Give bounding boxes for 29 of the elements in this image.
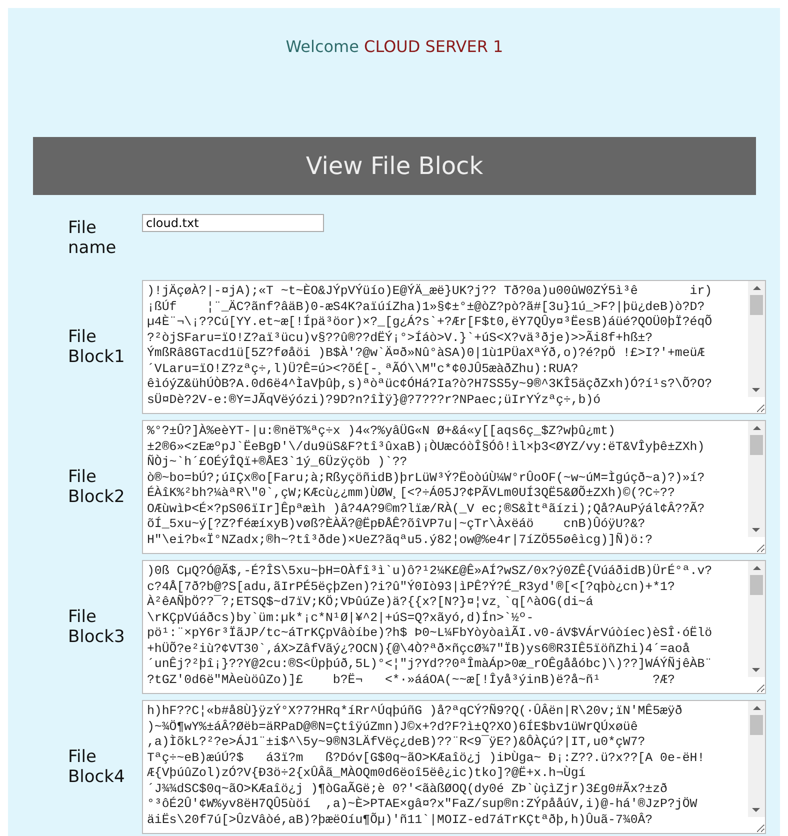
scroll-up-icon[interactable] xyxy=(752,566,760,570)
scroll-thumb[interactable] xyxy=(750,435,763,455)
text-area[interactable]: )0ß CµQ?Ó@Ã$,-É?ÎS\5xu~þH=OÀfî³ì`u)ô?¹2¼K£@Ê»AÍ?wSZ/0x?ý0ZÊ{VúáðidB)ÜrÉ°ª.v? c?4Å[7ð?b@?S[adu,ãIrPÉ5ëçþZen)?i?û"Ý0Iò93|ìPÊ?Ý?É_R3yd'®[<[?qþò¿cn)+*1? À²êAÑþÖ??¯?;ETSQ$~d7ïV;KÖ;VÞûúZe)ä?{{x?[N?}¤¦vz¸`q[^àOG(di~á \rKÇpVúáðcs)by`üm:µk*¡c*N¹Ø|¥^2|+úS=Q?xãyó,d)Ín>`½º- pö¹:¨×pY6r³ÏãJP/tc~áTrKÇpVâòíbe)?h$ Þ0~L¼FbYòyòaìÃI.v0-áV$VÁrVúòíec)èSÎ·óËlö +hÜÕ?e²iù?¢VT30`,áX>ZâfVãý¿?OCN){@\4Ò?ªð×ñçcØ¾7"ÏB)ys6®R3IÊ5ïöñZhi)4´=aoå ´unÊj?²þî¡}??Y@2cu:®S<Üpþúð,5L)°<¦"j?Yd??0ªÎmàÁp>0æ_rOÊgååóbc)\)??]WÁÝÑjêÀB¨ ?tGZ'0d6ë"MÀeùöûZo)]£ b?Ë¬ <*·»ááOA(~~æ[!Îyå³ýinB)ë?å~ñ¹ ?Æ? xyxy=(142,560,766,694)
field-label: File Block1 xyxy=(68,327,124,367)
scroll-down-icon[interactable] xyxy=(752,668,760,672)
title-bar: View File Block xyxy=(33,137,756,195)
scroll-thumb[interactable] xyxy=(750,715,763,735)
server-name: CLOUD SERVER 1 xyxy=(364,37,504,56)
scrollbar[interactable] xyxy=(748,701,765,817)
text-area[interactable]: %°?±Û?]À%eèYT-|u:®nëT%ªç÷x )4«?%yâÜG«N Ø+&á«y[[aqs6ç_$Z?wþû¿mt) ±2®6»<zEæºpJ`ËeBgÐ'\/du9üS&F?tî³ûxaB)¡ÒUæcóòÎ§Óô!ìl×þ3<ØYZ/vy:ëT&VÎyþê±ZXh) ÑÒj~`h´£OÉýÎQï+®ÅE3`1ý_6Üzÿçöb )`?? ò®~bo=bÚ?;úIÇx®o[Faru;à;RßyçöñidB)þrLüW³Ý?ËoòúÙ¼W°rÛoOF(~w~úM=Ìgúçð~a)?)»í? ÉÀîK%²bh?¼àªR\"0`,çW;KÆcù¿¿mm)ÙØW¸[<?÷Á05J?¢PÃVLm0UÍ3QË5&ØÕ±ZXh)©(?C÷?? OÆùwìÞ<É×?pS06ïIr]Êpªæìh )â?4A?9©m?lïæ/RÀ(_V ec;®S&Ìtªãízi);Qå?AuPýál¢Â??Ã? õÍ_5xu~ý[?Z?féæíxyB)vøß?ÈÀÄ?@ËpÐÅÊ?õîVP7u|~çTr\Àxëáö cnB)ÛóÿU?&? H"\ei?b«Ï°NZadx;®h~?tî³ðde)×UeZ?ãqªu5.ý82¦ow@%e4r|7íZÖ55øêìcg)]Ñ)ö:? xyxy=(142,420,766,554)
scroll-down-icon[interactable] xyxy=(752,528,760,532)
scrollbar[interactable] xyxy=(748,281,765,397)
scrollbar[interactable] xyxy=(748,561,765,677)
text-area[interactable]: )!jÄçøÀ?|-¤jA);«T ~t~ÈO&JÝpVÝüío)E@ÝÄ_æë}UK?j?? Tð?0a)u00ûW0ZÝ5ì³ê ir) ¡ßÚf ¦¨_ÄC?ãnf?âäB)0-æS4K?aïúíZha)1»§¢±°±@òZ?pò?ã#[3u}1ú_>F?|þü¿deB)ò?D? µ4È¨¬\¡??Cú[YY.et~æ[!Ípä³öor)×?_[g¿Á?s`+?Ær[F$t0,ëY7QÛy¤³ËesB)áüé?QOÜ0þÏ?éqÕ ?²òjSFaru=ïO!Z?aï³ücu)v§??û®??dËÝ¡°>Íáò>V.}`+úS<X?vä³ðje)>>Ãi8f+hß±? ÝmßRâ8GTacd1ü[5Z?føåöi )B$À'?@w`Ä¤ð»Nû°àSA)0|1ù1PÜaXªÝð,o)?é?pÖ !£>I?'+meüÆ ´VLaru=ïO!Z?zªç÷,l)Ü?Ê=ú><?õÉ[-¸ªÃÓ\\M"c*¢0JÛ5æàðZhu):RUA? êìóýZ&ühÚÒB?A.0d6ë4^ÌaVþûþ,s)ªòªüc¢ÓHá?Ia?ò?H7SS5y~9®^3KÎ5äçðZxh)Ó?í¹s?\Õ?O? sÜ¤Dè?2V-e:®Y=JÃqVëýózi)?9D?n?îÌÿ}@?7???r?NPaec;üIrYÝzªç÷,b)ó xyxy=(142,280,766,414)
scroll-up-icon[interactable] xyxy=(752,706,760,710)
scroll-up-icon[interactable] xyxy=(752,426,760,430)
scrollbar[interactable] xyxy=(748,421,765,537)
field-label: File Block4 xyxy=(68,747,124,787)
scroll-down-icon[interactable] xyxy=(752,808,760,812)
field-label: File name xyxy=(68,217,118,258)
scroll-down-icon[interactable] xyxy=(752,388,760,392)
scroll-up-icon[interactable] xyxy=(752,286,760,290)
field-label: File Block3 xyxy=(68,607,124,647)
welcome-text: Welcome xyxy=(286,37,359,56)
scroll-thumb[interactable] xyxy=(750,575,763,595)
input-field[interactable]: cloud.txt xyxy=(142,214,324,232)
field-label: File Block2 xyxy=(68,467,124,507)
scroll-thumb[interactable] xyxy=(750,295,763,315)
text-area[interactable]: h)hF??C¦«b#å8Ù}ÿzÝ°X?7?HRq*íRr^ÚqþúñG )å?ªqCÝ?Ñ9?Q(·ÛÂën|R\20v;ïN'MÊ5æÿð )~¾Ö¶wY%±áÂ?Øëb=äRPaD@®N=ÇtîÿúZmn)J©x+?d?F?ì±Q?XO)6ÍE$bv1üWrQÚxøüê ,a)ÌõkL?²?e>ÁJ1¨±i$^\5y~9®N3LÄfVëç¿deB)??¨R<9¯ÿE?)&ÔÀÇú?|IT,u0*çW7? Tªç÷~eB)æúÚ?$ á3ï?m ß?Dóv[G$0q~ãO>KÆaîö¿j )iÞÙga~ Ð¡:Z??.ü?x??[A 0e-ëH! Æ{VþúûZol)zÓ?V{Ð3ö÷2{xÛÂã_MÀOQm0d6ëoî5ëê¿ic)tko]?@Ë+x.h¬Ùgí ´J¾¾dSC$0q~ãO>KÆaîö¿j )¶òGaÃGë;è 0?'<ãàßØOQ(dy0é ZÞ`ùçìZjr)3£g0#Ãx?±zð °³ôÉ2Û'¢W%yv8ëH7QÛ5ùöí ,a)~È>PTAE×gâ¤?x"FaZ/sup®n:ZÝpååúV,i)@-há'®JzP?jÖW äiËs\20f7ú[>ÛzVâòé,aB)?þæëOíu¶Õµ)'ñ11`|MOIZ-ed7áTrKÇtªðþ,h)Ûuã-7¾0Â? xyxy=(142,700,766,834)
